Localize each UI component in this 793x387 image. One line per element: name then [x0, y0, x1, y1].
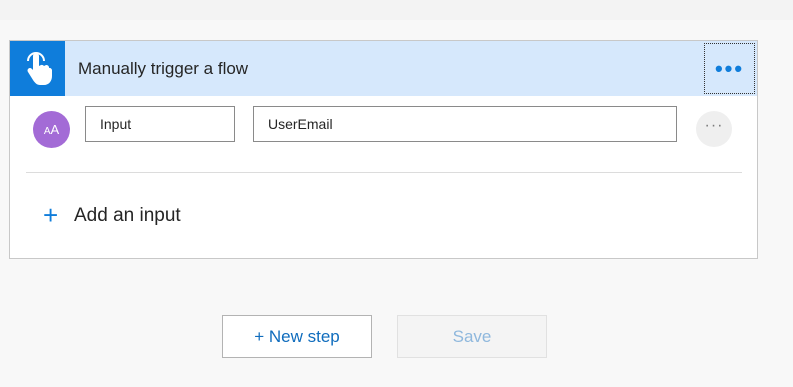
plus-icon: +	[43, 200, 59, 230]
new-step-button[interactable]: + New step	[222, 315, 372, 358]
trigger-icon-box	[10, 41, 65, 96]
top-bar	[0, 0, 793, 20]
input-type-avatar: AA	[33, 111, 70, 148]
input-name-field[interactable]	[85, 106, 235, 142]
trigger-more-button[interactable]: •••	[704, 43, 755, 94]
more-dots-icon: •••	[714, 56, 745, 81]
hand-touch-icon	[27, 52, 52, 85]
trigger-title: Manually trigger a flow	[78, 59, 249, 78]
input-row-more-button[interactable]: ···	[696, 111, 732, 147]
trigger-card: Manually trigger a flow ••• AA ··· + Add…	[9, 40, 758, 259]
avatar-letter-small: A	[43, 126, 51, 137]
avatar-letter-large: A	[50, 122, 60, 137]
ellipsis-icon: ···	[704, 117, 724, 134]
trigger-card-header[interactable]: Manually trigger a flow •••	[10, 41, 757, 96]
divider	[26, 172, 742, 173]
add-input-label: Add an input	[74, 205, 181, 226]
input-value-field[interactable]	[253, 106, 677, 142]
save-button[interactable]: Save	[397, 315, 547, 358]
